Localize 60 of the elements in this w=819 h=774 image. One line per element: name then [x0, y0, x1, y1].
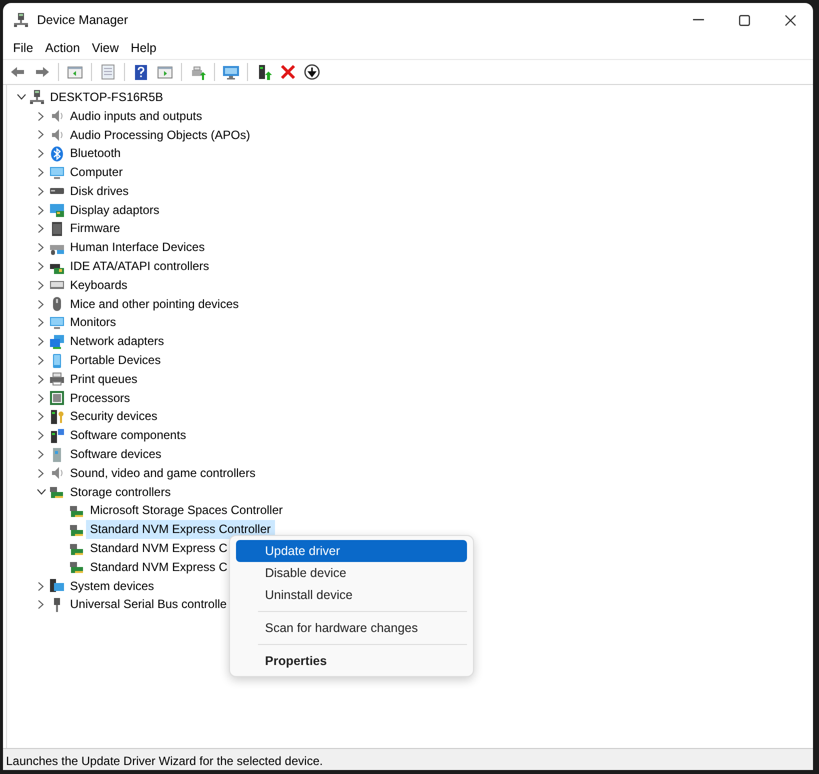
- tree-item[interactable]: Network adapters: [66, 332, 168, 352]
- tree-item[interactable]: Processors: [66, 388, 134, 408]
- computer-network-icon: [13, 12, 29, 28]
- tree-item[interactable]: System devices: [66, 576, 158, 596]
- monitor-icon: [49, 314, 65, 331]
- menu-item[interactable]: Help: [124, 38, 162, 58]
- computer-network-icon: [29, 89, 45, 106]
- storage-controller-icon: [49, 484, 65, 500]
- tree-item[interactable]: Mice and other pointing devices: [66, 294, 243, 314]
- status-text: Launches the Update Driver Wizard for the selected device.: [6, 754, 323, 768]
- network-icon: [49, 334, 65, 350]
- window-title: Device Manager: [37, 12, 128, 29]
- monitor-icon: [49, 164, 65, 181]
- tree-item[interactable]: Audio Processing Objects (APOs): [66, 126, 254, 144]
- tree-item[interactable]: Standard NVM Express Controller: [86, 520, 275, 540]
- tree-item[interactable]: IDE ATA/ATAPI controllers: [66, 257, 214, 276]
- tree-item[interactable]: Display adaptors: [66, 200, 164, 220]
- tree-item[interactable]: Standard NVM Express C: [86, 539, 232, 558]
- printer-icon: [49, 371, 65, 388]
- tree-item[interactable]: Firmware: [66, 219, 124, 238]
- tree-item[interactable]: Human Interface Devices: [66, 238, 209, 258]
- storage-controller-icon: [69, 559, 85, 576]
- tree-item[interactable]: Keyboards: [66, 276, 132, 295]
- tree-item[interactable]: Software devices: [66, 445, 166, 464]
- tree-item[interactable]: DESKTOP-FS16R5B: [46, 88, 168, 107]
- key-device-icon: [49, 408, 65, 425]
- close-icon: [784, 14, 796, 26]
- tree-item[interactable]: Software components: [66, 426, 190, 446]
- bluetooth-icon: [49, 146, 65, 162]
- system-device-icon: [49, 578, 65, 594]
- chip-icon: [49, 220, 65, 237]
- processor-icon: [49, 390, 65, 406]
- menu-item[interactable]: File: [7, 38, 40, 58]
- tree-item[interactable]: Portable Devices: [66, 351, 165, 370]
- menu-item[interactable]: Uninstall device: [236, 584, 467, 606]
- tree-item[interactable]: Audio inputs and outputs: [66, 106, 206, 126]
- minimize-icon: [692, 19, 704, 21]
- tree-item[interactable]: Bluetooth: [66, 144, 125, 164]
- speaker-icon: [49, 126, 65, 143]
- display-adapter-icon: [49, 202, 65, 218]
- menu-item[interactable]: View: [86, 38, 125, 58]
- menu-item[interactable]: Properties: [236, 650, 467, 672]
- tree-item[interactable]: Storage controllers: [66, 482, 175, 502]
- menu-item[interactable]: Action: [39, 38, 86, 58]
- menu-item[interactable]: Scan for hardware changes: [236, 617, 467, 639]
- maximize-icon: [738, 14, 750, 26]
- tree-item[interactable]: Standard NVM Express C: [86, 558, 232, 577]
- tree-item[interactable]: Sound, video and game controllers: [66, 464, 260, 483]
- tree-item[interactable]: Security devices: [66, 407, 162, 426]
- menu-item[interactable]: Update driver: [236, 540, 467, 562]
- tree-item[interactable]: Microsoft Storage Spaces Controller: [86, 501, 287, 520]
- tree-item[interactable]: Computer: [66, 163, 127, 182]
- tree-item[interactable]: Monitors: [66, 313, 120, 332]
- tower-component-icon: [49, 428, 65, 444]
- tree-item[interactable]: Universal Serial Bus controlle: [66, 595, 231, 614]
- tree-item[interactable]: Disk drives: [66, 182, 133, 201]
- speaker-icon: [49, 108, 65, 124]
- menu-item[interactable]: Disable device: [236, 562, 467, 584]
- speaker-icon: [49, 465, 65, 482]
- tree-item[interactable]: Print queues: [66, 370, 142, 389]
